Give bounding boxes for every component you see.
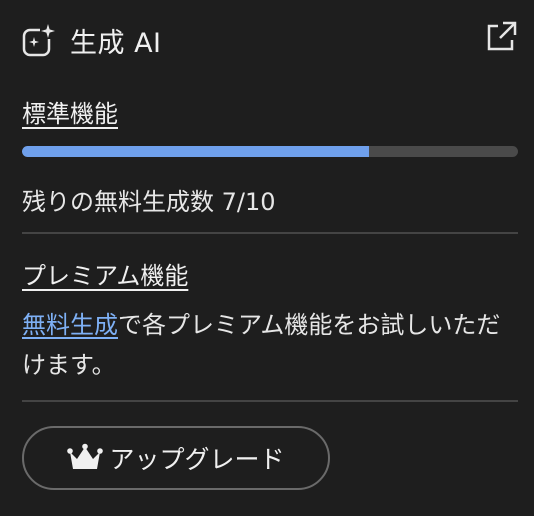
ai-sparkle-icon xyxy=(22,23,56,57)
usage-progress-bar xyxy=(22,146,518,157)
free-generation-link[interactable]: 無料生成 xyxy=(22,311,118,339)
panel-header: 生成 AI xyxy=(22,18,520,62)
crown-icon xyxy=(67,443,104,469)
standard-features-title[interactable]: 標準機能 xyxy=(22,94,118,129)
upgrade-label: アップグレード xyxy=(109,445,285,474)
usage-progress-fill xyxy=(22,146,370,157)
panel-title: 生成 AI xyxy=(70,27,162,59)
divider xyxy=(22,232,518,234)
premium-description: 無料生成で各プレミアム機能をお試しいただけます。 xyxy=(22,305,512,385)
open-external-icon[interactable] xyxy=(484,20,518,54)
divider xyxy=(22,400,518,402)
remaining-generations-text: 残りの無料生成数 7/10 xyxy=(22,188,276,216)
generative-ai-panel: 生成 AI 標準機能 残りの無料生成数 7/10 プレミアム機能 無料生成で各プ… xyxy=(0,0,534,516)
upgrade-button[interactable]: アップグレード xyxy=(22,426,330,490)
premium-features-title[interactable]: プレミアム機能 xyxy=(22,256,188,291)
